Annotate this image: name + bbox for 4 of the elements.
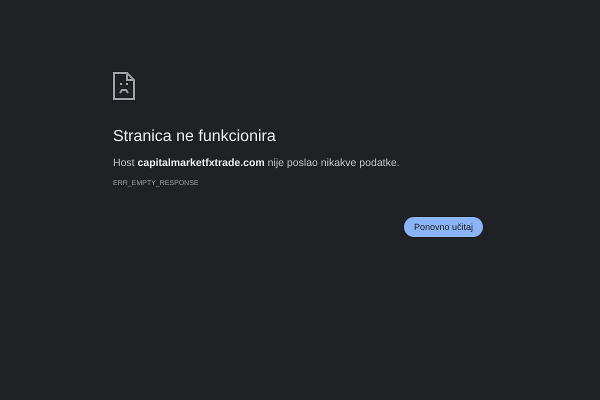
- error-message: Host capitalmarketfxtrade.com nije poslao nikakve podatke.: [113, 157, 400, 169]
- reload-button[interactable]: Ponovno učitaj: [404, 217, 483, 237]
- sad-page-icon: [113, 72, 135, 100]
- error-title: Stranica ne funkcionira: [113, 128, 276, 146]
